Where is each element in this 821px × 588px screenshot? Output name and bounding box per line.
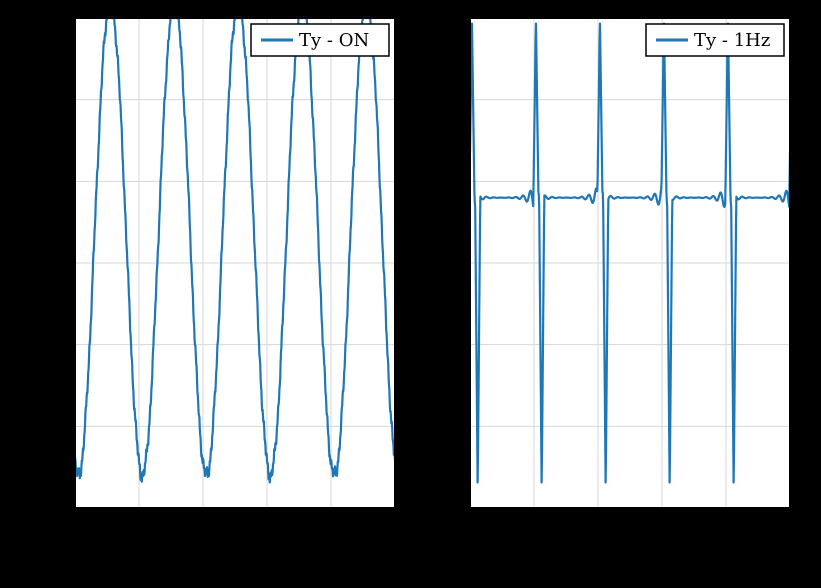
chart-panel-right: 0 1 2 3 4 5 -3 -2 -1 0 1 2 3 t[s] Ty - 1Hz xyxy=(440,8,795,565)
x-tick-label: 2 xyxy=(197,518,208,539)
x-tick-label: 2 xyxy=(592,518,603,539)
x-ticks: 0 1 2 3 4 5 xyxy=(464,508,795,539)
x-tick-label: 4 xyxy=(325,518,336,539)
x-axis-label: t[s] xyxy=(613,541,647,565)
x-tick-label: 0 xyxy=(464,518,475,539)
y-tick-label: 1 xyxy=(447,171,458,192)
legend-label: Ty - 1Hz xyxy=(694,30,770,51)
y-tick-label: -1 xyxy=(45,335,63,356)
y-tick-label: 1 xyxy=(52,171,63,192)
x-tick-label: 5 xyxy=(389,518,400,539)
y-tick-label: -2 xyxy=(45,416,63,437)
y-tick-label: -2 xyxy=(440,416,458,437)
y-tick-label: 0 xyxy=(52,253,63,274)
y-tick-label: 0 xyxy=(447,253,458,274)
x-tick-label: 1 xyxy=(133,518,144,539)
x-tick-label: 1 xyxy=(528,518,539,539)
y-tick-label: 2 xyxy=(447,90,458,111)
y-tick-label: -3 xyxy=(440,498,458,519)
x-tick-label: 0 xyxy=(69,518,80,539)
y-tick-label: 2 xyxy=(52,90,63,111)
x-axis-label: t[s] xyxy=(218,541,252,565)
y-tick-label: -1 xyxy=(440,335,458,356)
x-tick-label: 4 xyxy=(720,518,731,539)
figure: { "panels":[ { "id":"left", "geom":{"x":… xyxy=(0,0,821,588)
y-ticks: -3 -2 -1 0 1 2 3 xyxy=(45,8,75,519)
x-tick-label: 5 xyxy=(784,518,795,539)
x-tick-label: 3 xyxy=(656,518,667,539)
y-tick-label: 3 xyxy=(447,8,458,29)
y-tick-label: -3 xyxy=(45,498,63,519)
y-tick-label: 3 xyxy=(52,8,63,29)
legend: Ty - 1Hz xyxy=(646,24,784,56)
legend-label: Ty - ON xyxy=(299,30,369,51)
chart-panel-left: 0 1 2 3 4 5 -3 -2 -1 0 1 2 3 t[s] Ty - ON xyxy=(45,8,400,565)
y-ticks: -3 -2 -1 0 1 2 3 xyxy=(440,8,470,519)
plot-area: 012345-3-2-10123t[s]Ty - ON012345-3-2-10… xyxy=(0,0,821,588)
x-tick-label: 3 xyxy=(261,518,272,539)
x-ticks: 0 1 2 3 4 5 xyxy=(69,508,400,539)
legend: Ty - ON xyxy=(251,24,389,56)
